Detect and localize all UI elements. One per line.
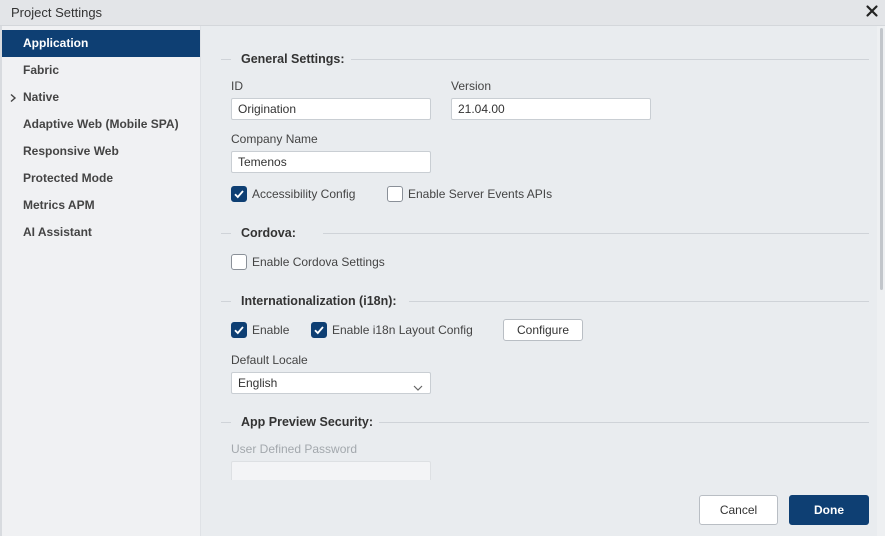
sidebar-item-label: Fabric bbox=[23, 63, 60, 77]
window-title: Project Settings bbox=[11, 5, 103, 20]
version-label: Version bbox=[451, 79, 492, 93]
title-bar: Project Settings bbox=[0, 0, 885, 26]
sidebar-item-label: Application bbox=[23, 36, 89, 50]
section-i18n: Internationalization (i18n): bbox=[221, 294, 869, 310]
id-field[interactable] bbox=[231, 98, 431, 120]
checkbox-unchecked-icon bbox=[231, 254, 247, 270]
settings-panel: General Settings: ID Version Company Nam… bbox=[201, 26, 877, 536]
version-field[interactable] bbox=[451, 98, 651, 120]
chevron-down-icon bbox=[413, 380, 423, 391]
sidebar-item-label: Responsive Web bbox=[23, 144, 119, 158]
checkbox-label: Enable i18n Layout Config bbox=[332, 323, 473, 337]
server-events-checkbox[interactable]: Enable Server Events APIs bbox=[387, 185, 567, 203]
id-label: ID bbox=[231, 79, 243, 93]
accessibility-config-checkbox[interactable]: Accessibility Config bbox=[231, 185, 371, 203]
section-general-settings: General Settings: bbox=[221, 52, 869, 68]
checkbox-label: Enable bbox=[252, 323, 290, 337]
default-locale-label: Default Locale bbox=[231, 353, 308, 367]
sidebar-item-application[interactable]: Application bbox=[2, 30, 200, 57]
dialog-footer: Cancel Done bbox=[201, 480, 877, 536]
divider bbox=[221, 233, 231, 234]
divider bbox=[221, 422, 231, 423]
configure-button[interactable]: Configure bbox=[503, 319, 583, 341]
checkbox-label: Accessibility Config bbox=[252, 187, 356, 201]
sidebar-item-label: Adaptive Web (Mobile SPA) bbox=[23, 117, 179, 131]
section-heading: App Preview Security: bbox=[241, 415, 383, 429]
scrollbar-thumb[interactable] bbox=[880, 28, 883, 290]
sidebar-item-label: Metrics APM bbox=[23, 198, 95, 212]
company-name-label: Company Name bbox=[231, 132, 318, 146]
user-defined-password-label: User Defined Password bbox=[231, 442, 358, 456]
checkbox-checked-icon bbox=[311, 322, 327, 338]
sidebar-item-ai-assistant[interactable]: AI Assistant bbox=[2, 219, 200, 246]
chevron-right-icon[interactable] bbox=[9, 92, 17, 103]
done-button[interactable]: Done bbox=[789, 495, 869, 525]
i18n-layout-config-checkbox[interactable]: Enable i18n Layout Config bbox=[311, 321, 487, 339]
sidebar: Application Fabric Native Adaptive Web (… bbox=[0, 26, 201, 536]
close-icon[interactable] bbox=[864, 3, 880, 19]
divider bbox=[323, 233, 869, 234]
enable-cordova-checkbox[interactable]: Enable Cordova Settings bbox=[231, 253, 401, 271]
divider bbox=[221, 59, 231, 60]
divider bbox=[379, 422, 869, 423]
checkbox-unchecked-icon bbox=[387, 186, 403, 202]
sidebar-item-protected-mode[interactable]: Protected Mode bbox=[2, 165, 200, 192]
checkbox-checked-icon bbox=[231, 186, 247, 202]
section-cordova: Cordova: bbox=[221, 226, 869, 242]
sidebar-item-fabric[interactable]: Fabric bbox=[2, 57, 200, 84]
sidebar-item-label: Protected Mode bbox=[23, 171, 114, 185]
company-name-field[interactable] bbox=[231, 151, 431, 173]
default-locale-select[interactable]: English bbox=[231, 372, 431, 394]
divider bbox=[351, 59, 869, 60]
select-value: English bbox=[238, 376, 278, 390]
sidebar-item-responsive-web[interactable]: Responsive Web bbox=[2, 138, 200, 165]
i18n-enable-checkbox[interactable]: Enable bbox=[231, 321, 297, 339]
section-heading: General Settings: bbox=[241, 52, 355, 66]
sidebar-item-metrics-apm[interactable]: Metrics APM bbox=[2, 192, 200, 219]
checkbox-label: Enable Cordova Settings bbox=[252, 255, 385, 269]
sidebar-item-label: AI Assistant bbox=[23, 225, 92, 239]
sidebar-item-adaptive-web[interactable]: Adaptive Web (Mobile SPA) bbox=[2, 111, 200, 138]
section-heading: Cordova: bbox=[241, 226, 306, 240]
checkbox-checked-icon bbox=[231, 322, 247, 338]
cancel-button[interactable]: Cancel bbox=[699, 495, 778, 525]
sidebar-item-label: Native bbox=[23, 90, 60, 104]
checkbox-label: Enable Server Events APIs bbox=[408, 187, 553, 201]
divider bbox=[221, 301, 231, 302]
section-heading: Internationalization (i18n): bbox=[241, 294, 407, 308]
section-app-preview-security: App Preview Security: bbox=[221, 415, 869, 431]
divider bbox=[409, 301, 869, 302]
sidebar-item-native[interactable]: Native bbox=[2, 84, 200, 111]
